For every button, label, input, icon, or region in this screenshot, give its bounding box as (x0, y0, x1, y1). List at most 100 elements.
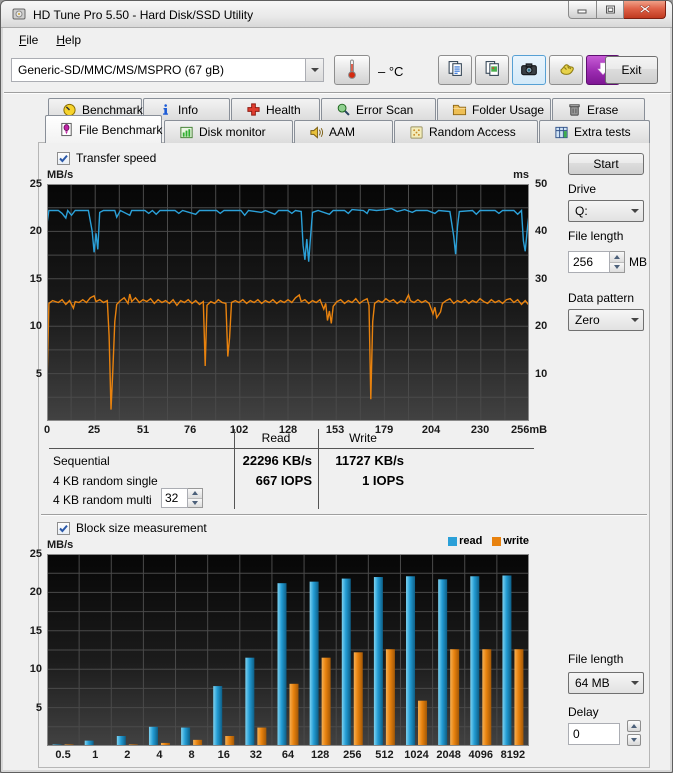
y-axis-tick: 40 (535, 225, 548, 238)
y-axis-tick: 10 (29, 663, 42, 676)
app-icon (11, 6, 27, 25)
block-size-label: Block size measurement (76, 521, 207, 535)
health-icon (245, 102, 261, 118)
write-bar (482, 649, 492, 746)
spinner-buttons[interactable] (610, 251, 625, 273)
close-button[interactable] (624, 1, 666, 19)
toolbar-separator (4, 92, 671, 94)
delay-input[interactable] (568, 723, 620, 745)
spinner-buttons[interactable] (188, 488, 203, 508)
tab-label: Random Access (429, 125, 516, 139)
block-size-checkbox[interactable]: Block size measurement (57, 521, 207, 535)
start-button[interactable]: Start (568, 153, 644, 175)
y-axis-tick: 20 (29, 225, 42, 238)
disk-monitor-icon (178, 124, 194, 140)
spinner-down-icon[interactable] (188, 497, 202, 507)
result-row-label: Sequential (53, 454, 110, 468)
data-pattern-dropdown[interactable]: Zero (568, 309, 644, 331)
write-bar (289, 683, 299, 746)
exit-button[interactable]: Exit (605, 56, 658, 84)
transfer-speed-checkbox[interactable]: Transfer speed (57, 151, 156, 165)
tab-file-benchmark[interactable]: File Benchmark (45, 115, 162, 143)
result-row-label: 4 KB random multi (53, 493, 152, 507)
tab-erase[interactable]: Erase (552, 98, 645, 120)
menu-help[interactable]: Help (47, 30, 90, 51)
x-axis-tick: 0 (43, 424, 51, 436)
chevron-down-icon (627, 209, 643, 213)
x-axis-tick: 25 (87, 424, 101, 436)
chart-legend: read write (409, 535, 529, 547)
tab-error-scan[interactable]: Error Scan (321, 98, 436, 120)
data-pattern-label: Data pattern (568, 291, 635, 305)
delay-spinner-down[interactable] (627, 734, 641, 746)
x-axis-tick: 51 (136, 424, 150, 436)
result-row-label: 4 KB random single (53, 474, 158, 488)
options-button[interactable] (549, 55, 583, 85)
drive-dropdown-value: Q: (575, 204, 588, 218)
x-axis-tick: 8 (188, 749, 195, 761)
temperature-value: – °C (378, 64, 404, 79)
chevron-down-icon[interactable] (305, 59, 323, 81)
read-bar (438, 579, 448, 746)
read-bar (502, 575, 512, 746)
tab-health[interactable]: Health (231, 98, 320, 120)
multi-queue-spinner[interactable] (161, 488, 203, 508)
write-bar (225, 736, 235, 746)
transfer-speed-label: Transfer speed (76, 151, 157, 165)
file-length-label: File length (568, 229, 624, 243)
y-axis-tick: 25 (29, 548, 42, 560)
read-bar (341, 578, 351, 746)
write-bar (385, 649, 395, 746)
y-axis-tick: MB/s (47, 169, 74, 181)
file-length-spinner[interactable]: MB (568, 251, 647, 273)
temperature-button[interactable] (334, 55, 370, 85)
x-axis-tick: 76 (183, 424, 197, 436)
tab-label: AAM (329, 125, 356, 139)
tab-label: Extra tests (574, 125, 631, 139)
block-file-length-dropdown[interactable]: 64 MB (568, 672, 644, 694)
x-axis-tick: 204 (421, 424, 441, 436)
x-axis-tick: 0.5 (55, 749, 71, 761)
exit-button-label: Exit (621, 63, 642, 77)
menu-file[interactable]: File (10, 30, 47, 51)
spinner-up-icon[interactable] (188, 489, 202, 498)
y-axis-tick: 10 (29, 320, 42, 333)
tab-disk-monitor[interactable]: Disk monitor (164, 120, 293, 143)
file-length-input[interactable] (568, 251, 610, 273)
read-column-header: Read (261, 431, 291, 445)
drive-select-value: Generic-SD/MMC/MS/MSPRO (67 gB) (18, 63, 225, 77)
tab-random-access[interactable]: Random Access (394, 120, 538, 143)
checkbox-checked-icon (57, 521, 70, 535)
tab-label: Folder Usage (472, 102, 545, 117)
spinner-up-icon[interactable] (610, 252, 624, 262)
drive-dropdown[interactable]: Q: (568, 200, 644, 222)
tab-label: Health (266, 102, 301, 117)
maximize-button[interactable] (597, 1, 624, 19)
drive-select[interactable]: Generic-SD/MMC/MS/MSPRO (67 gB) (11, 58, 324, 82)
read-bar (406, 576, 416, 746)
y-axis-tick: 5 (35, 701, 42, 714)
screenshot-button[interactable] (512, 55, 546, 85)
file-length-unit: MB (629, 255, 647, 269)
random-single-write-value: 1 IOPS (362, 473, 404, 488)
delay-spinner-up[interactable] (627, 720, 641, 732)
start-button-label: Start (593, 157, 619, 171)
legend-label: write (503, 535, 529, 547)
y-axis-tick: ms (513, 169, 529, 181)
tab-folder-usage[interactable]: Folder Usage (437, 98, 551, 120)
block-file-length-value: 64 MB (575, 676, 610, 690)
multi-queue-input[interactable] (161, 488, 188, 508)
spinner-down-icon[interactable] (610, 261, 624, 272)
y-axis-tick: 50 (535, 178, 548, 190)
window-title: HD Tune Pro 5.50 - Hard Disk/SSD Utility (33, 8, 254, 22)
block-size-chart: 25 20 15 10 5 0.5 1 2 4 8 16 32 64 128 256 512 1024 2048 4… (30, 539, 529, 761)
copy-image-button[interactable] (475, 55, 509, 85)
copy-text-button[interactable] (438, 55, 472, 85)
tab-aam[interactable]: AAM (294, 120, 393, 143)
y-axis-tick: 15 (29, 272, 42, 285)
checkbox-checked-icon (57, 151, 70, 165)
aam-icon (308, 124, 324, 140)
section-separator (41, 514, 647, 516)
tab-extra-tests[interactable]: Extra tests (539, 120, 650, 143)
minimize-button[interactable] (568, 1, 597, 19)
